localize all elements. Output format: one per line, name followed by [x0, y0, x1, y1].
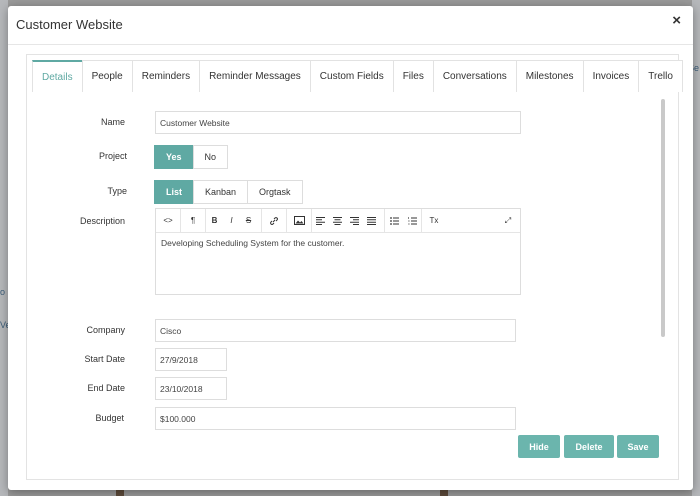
numbered-list-icon[interactable] [403, 209, 421, 233]
bold-icon[interactable]: B [206, 209, 223, 233]
name-label: Name [100, 117, 125, 127]
tab-custom-fields[interactable]: Custom Fields [309, 60, 394, 92]
scrollbar[interactable] [661, 99, 665, 337]
project-modal: Customer Website × Details People Remind… [8, 6, 693, 490]
name-field[interactable]: Customer Website [155, 111, 521, 134]
italic-icon[interactable]: I [223, 209, 240, 233]
image-icon[interactable] [287, 209, 311, 233]
modal-header: Customer Website × [8, 6, 693, 45]
description-editor: <> ¶ B I S Tx ⤢ Developing Scheduling Sy… [155, 208, 521, 295]
end-date-label: End Date [87, 383, 125, 393]
budget-label: Budget [95, 413, 124, 423]
modal-title: Customer Website [16, 17, 123, 32]
bullet-list-icon[interactable] [385, 209, 403, 233]
project-toggle: Yes No [154, 145, 229, 169]
type-list-button[interactable]: List [154, 180, 195, 204]
type-toggle: List Kanban Orgtask [154, 180, 303, 204]
tab-trello[interactable]: Trello [638, 60, 683, 92]
align-left-icon[interactable] [312, 209, 329, 233]
editor-toolbar: <> ¶ B I S Tx ⤢ [156, 208, 520, 233]
tab-invoices[interactable]: Invoices [582, 60, 640, 92]
delete-button[interactable]: Delete [564, 435, 614, 458]
tab-details[interactable]: Details [32, 60, 83, 92]
end-date-field[interactable]: 23/10/2018 [155, 377, 227, 400]
align-right-icon[interactable] [346, 209, 363, 233]
background-left-strip [0, 0, 8, 496]
tab-conversations[interactable]: Conversations [432, 60, 517, 92]
tab-people[interactable]: People [81, 60, 133, 92]
tab-reminder-messages[interactable]: Reminder Messages [199, 60, 311, 92]
hide-button[interactable]: Hide [518, 435, 560, 458]
tab-milestones[interactable]: Milestones [515, 60, 584, 92]
clear-format-icon[interactable]: Tx [422, 209, 446, 233]
start-date-field[interactable]: 27/9/2018 [155, 348, 227, 371]
budget-field[interactable]: $100.000 [155, 407, 516, 430]
description-label: Description [79, 216, 125, 226]
tab-files[interactable]: Files [392, 60, 434, 92]
background-text-left-1: o [0, 287, 6, 297]
description-text[interactable]: Developing Scheduling System for the cus… [156, 233, 520, 253]
tab-reminders[interactable]: Reminders [131, 60, 201, 92]
background-right-strip [692, 0, 700, 496]
fullscreen-icon[interactable]: ⤢ [501, 209, 515, 233]
project-yes-button[interactable]: Yes [154, 145, 194, 169]
code-view-icon[interactable]: <> [156, 209, 180, 233]
company-label: Company [86, 325, 125, 335]
project-label: Project [98, 151, 127, 161]
company-field[interactable]: Cisco [155, 319, 516, 342]
save-button[interactable]: Save [617, 435, 659, 458]
start-date-label: Start Date [84, 354, 125, 364]
project-no-button[interactable]: No [192, 145, 229, 169]
type-kanban-button[interactable]: Kanban [193, 180, 249, 204]
close-icon[interactable]: × [672, 12, 681, 29]
details-panel: Details People Reminders Reminder Messag… [26, 54, 683, 480]
tab-bar: Details People Reminders Reminder Messag… [32, 60, 683, 92]
justify-icon[interactable] [363, 209, 380, 233]
type-orgtask-button[interactable]: Orgtask [247, 180, 303, 204]
link-icon[interactable] [262, 209, 286, 233]
align-center-icon[interactable] [329, 209, 346, 233]
paragraph-icon[interactable]: ¶ [181, 209, 205, 233]
strikethrough-icon[interactable]: S [240, 209, 257, 233]
type-label: Type [107, 186, 127, 196]
